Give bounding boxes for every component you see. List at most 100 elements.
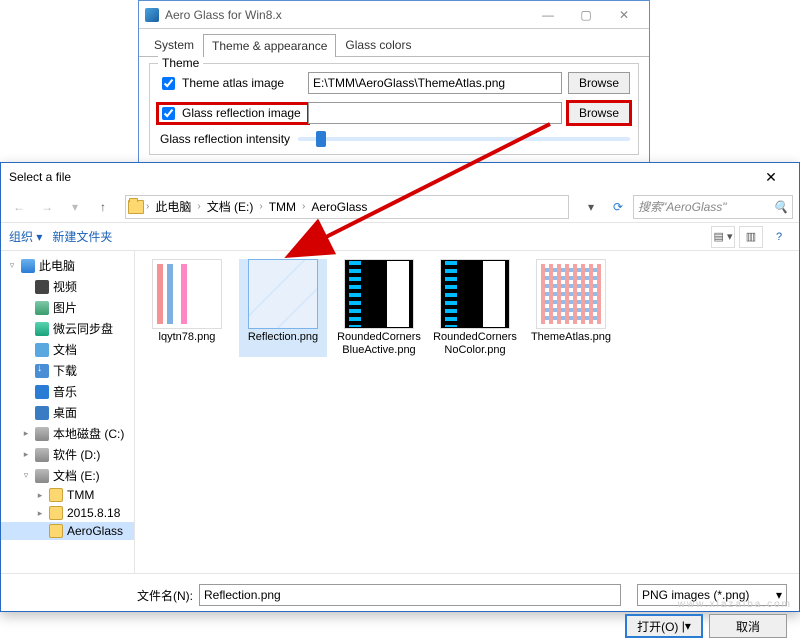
view-mode-button[interactable]: ▤ ▾ [711,226,735,248]
dialog-body: ▿ 此电脑视频图片微云同步盘文档下载音乐桌面 ▸ 本地磁盘 (C:) ▸ 软件 (D:) ▿… [1,251,799,573]
chevron-down-icon: ▾ [776,588,782,602]
file-item[interactable]: RoundedCornersNoColor.png [431,259,519,357]
tree-item[interactable]: 桌面 [1,402,134,423]
file-item[interactable]: lqytn78.png [143,259,231,357]
expander-icon[interactable]: ▸ [21,428,31,439]
tree-item-icon [35,343,49,357]
tree-item-label: 此电脑 [39,257,75,274]
app-icon [145,8,159,22]
open-button[interactable]: 打开(O) |▾ [625,614,703,638]
expander-icon[interactable]: ▿ [21,470,31,481]
atlas-path-input[interactable] [308,72,562,94]
tree-item[interactable]: 下载 [1,360,134,381]
expander-icon[interactable]: ▸ [21,449,31,460]
nav-recent-dropdown[interactable]: ▾ [63,195,87,219]
tab-panel: Theme Theme atlas image Browse Glass ref… [139,57,649,155]
tree-item[interactable]: 微云同步盘 [1,318,134,339]
tab-glass-colors[interactable]: Glass colors [336,33,420,56]
titlebar[interactable]: Aero Glass for Win8.x — ▢ ✕ [139,1,649,29]
breadcrumb-seg-1[interactable]: 文档 (E:) [203,198,258,215]
tree-item[interactable]: ▿ 文档 (E:) [1,465,134,486]
intensity-row: Glass reflection intensity [158,132,630,146]
atlas-browse-button[interactable]: Browse [568,72,630,94]
dialog-titlebar[interactable]: Select a file ✕ [1,163,799,191]
file-name: RoundedCornersNoColor.png [431,331,519,357]
tree-item-icon [49,524,63,538]
tab-strip: System Theme & appearance Glass colors [139,33,649,57]
tab-theme-appearance[interactable]: Theme & appearance [203,34,336,57]
search-input[interactable]: 搜索"AeroGlass" 🔍 [633,195,793,219]
tree-item[interactable]: ▸ 软件 (D:) [1,444,134,465]
tree-item-label: 本地磁盘 (C:) [53,425,124,442]
atlas-checkbox-label[interactable]: Theme atlas image [158,74,308,93]
expander-icon[interactable]: ▸ [35,490,45,501]
reflection-browse-button[interactable]: Browse [568,102,630,124]
tree-item[interactable]: ▸ 本地磁盘 (C:) [1,423,134,444]
file-thumbnail [536,259,606,329]
nav-up-button[interactable]: ↑ [91,195,115,219]
nav-forward-button[interactable]: → [35,195,59,219]
expander-icon[interactable]: ▸ [35,508,45,519]
filetype-combo[interactable]: PNG images (*.png)▾ [637,584,787,606]
breadcrumb-seg-0[interactable]: 此电脑 [151,198,195,215]
maximize-button[interactable]: ▢ [567,4,605,26]
file-item[interactable]: Reflection.png [239,259,327,357]
cancel-button[interactable]: 取消 [709,614,787,638]
tree-item[interactable]: AeroGlass [1,522,134,540]
tree-item-label: 文档 (E:) [53,467,100,484]
tree-item-label: TMM [67,488,94,502]
tree-item[interactable]: 图片 [1,297,134,318]
preview-pane-button[interactable]: ▥ [739,226,763,248]
tree-item[interactable]: 音乐 [1,381,134,402]
nav-bar: ← → ▾ ↑ › 此电脑› 文档 (E:)› TMM› AeroGlass ▾… [1,191,799,223]
file-item[interactable]: ThemeAtlas.png [527,259,615,357]
folder-icon [128,200,144,214]
atlas-checkbox[interactable] [162,77,175,90]
tree-item[interactable]: ▸ TMM [1,486,134,504]
tab-system[interactable]: System [145,33,203,56]
fieldset-legend: Theme [158,56,203,70]
file-item[interactable]: RoundedCornersBlueActive.png [335,259,423,357]
file-open-dialog: Select a file ✕ ← → ▾ ↑ › 此电脑› 文档 (E:)› … [0,162,800,612]
tree-item-icon [35,301,49,315]
tree-item-label: AeroGlass [67,524,123,538]
nav-back-button[interactable]: ← [7,195,31,219]
dialog-close-button[interactable]: ✕ [751,166,791,188]
slider-thumb[interactable] [316,131,326,147]
breadcrumb[interactable]: › 此电脑› 文档 (E:)› TMM› AeroGlass [125,195,569,219]
tree-item[interactable]: ▸2015.8.18 [1,504,134,522]
expander-icon[interactable]: ▿ [7,260,17,271]
search-icon: 🔍 [773,200,788,214]
breadcrumb-seg-2[interactable]: TMM [265,200,300,214]
tree-item[interactable]: ▿ 此电脑 [1,255,134,276]
organize-menu[interactable]: 组织 ▾ [9,228,42,245]
tree-item-icon [35,322,49,336]
tree-item-icon [35,385,49,399]
file-list[interactable]: lqytn78.png Reflection.png RoundedCornersB… [135,251,799,573]
folder-tree[interactable]: ▿ 此电脑视频图片微云同步盘文档下载音乐桌面 ▸ 本地磁盘 (C:) ▸ 软件 (D:) ▿… [1,251,135,573]
reflection-path-input[interactable] [308,102,562,124]
new-folder-button[interactable]: 新建文件夹 [52,228,112,245]
help-button[interactable]: ? [767,226,791,248]
breadcrumb-seg-3[interactable]: AeroGlass [307,200,371,214]
file-thumbnail [440,259,510,329]
file-name: RoundedCornersBlueActive.png [335,331,423,357]
tree-item-icon [49,506,63,520]
tree-item-icon [35,280,49,294]
reflection-checkbox[interactable] [162,107,175,120]
file-thumbnail [248,259,318,329]
reflection-checkbox-label[interactable]: Glass reflection image [158,104,308,123]
tree-item-label: 软件 (D:) [53,446,100,463]
file-name: lqytn78.png [159,331,216,344]
minimize-button[interactable]: — [529,4,567,26]
close-button[interactable]: ✕ [605,4,643,26]
tree-item[interactable]: 视频 [1,276,134,297]
tree-item-icon [35,364,49,378]
tree-item-label: 音乐 [53,383,77,400]
intensity-slider[interactable] [298,137,630,141]
aero-glass-window: Aero Glass for Win8.x — ▢ ✕ System Theme… [138,0,650,167]
breadcrumb-dropdown[interactable]: ▾ [579,195,603,219]
tree-item[interactable]: 文档 [1,339,134,360]
refresh-button[interactable]: ⟳ [607,196,629,218]
filename-input[interactable] [199,584,621,606]
